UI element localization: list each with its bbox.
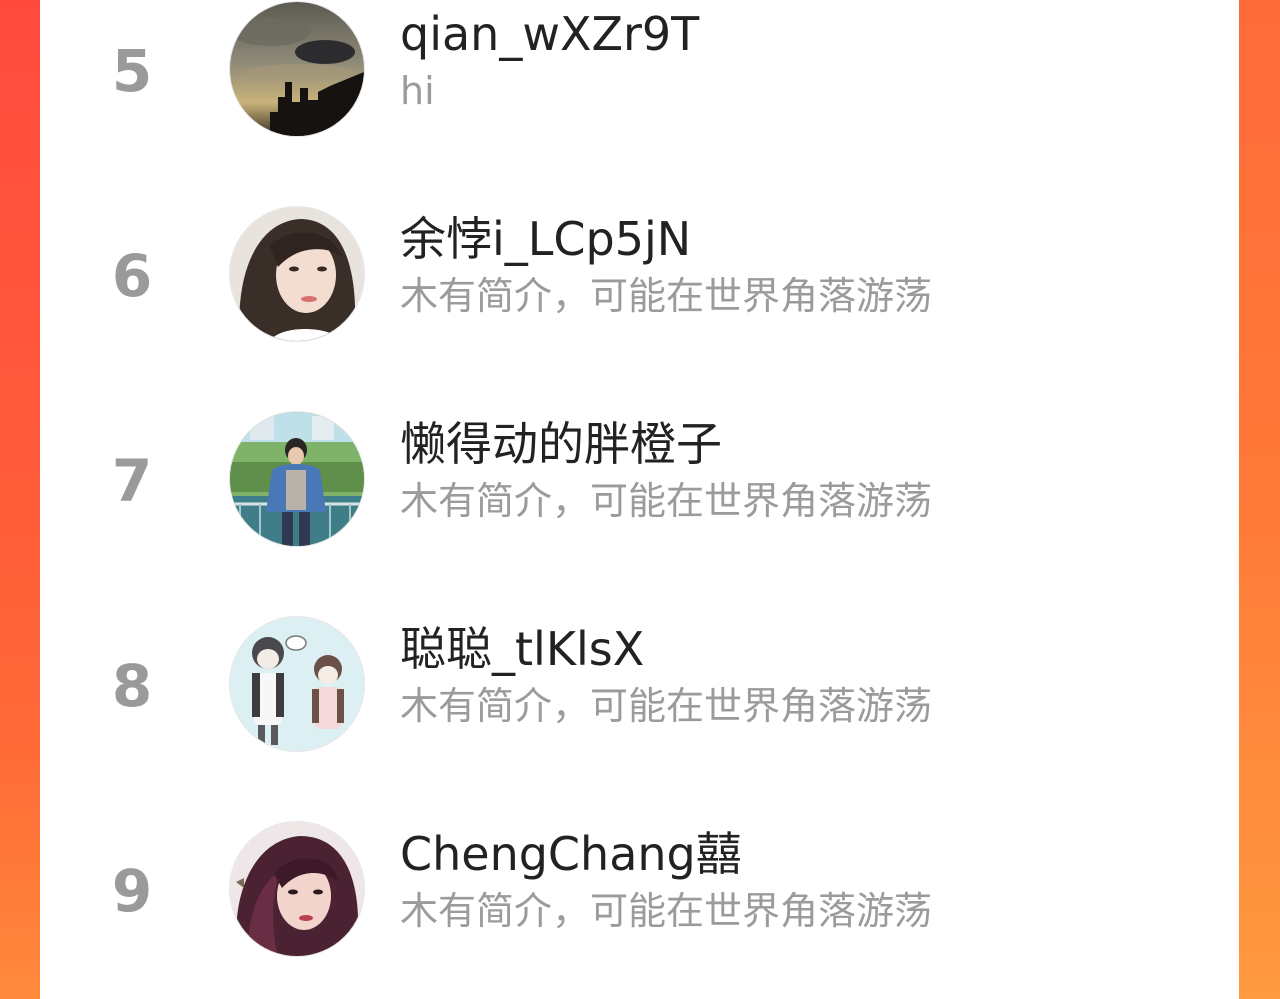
user-name[interactable]: qian_wXZr9T <box>400 2 699 66</box>
avatar-girl-portrait <box>230 207 364 341</box>
user-name[interactable]: 余悖i_LCp5jN <box>400 207 691 271</box>
user-bio: 木有简介，可能在世界角落游荡 <box>400 684 933 728</box>
user-bio: 木有简介，可能在世界角落游荡 <box>400 274 933 318</box>
user-name[interactable]: 懒得动的胖橙子 <box>400 412 722 476</box>
ranking-row[interactable]: 9 ChengChang囍 木有简介，可能在世界角落游荡 <box>40 820 1239 960</box>
ranking-row[interactable]: 7 懒得动的胖橙子 木有简介，可能在世界角落游荡 <box>40 410 1239 550</box>
avatar-boy-outdoor <box>230 412 364 546</box>
user-name[interactable]: ChengChang囍 <box>400 822 742 886</box>
background-right-edge <box>1238 0 1280 999</box>
avatar-cartoon-couple <box>230 617 364 751</box>
rank-number: 9 <box>111 857 153 925</box>
user-avatar[interactable] <box>230 207 364 341</box>
rank-number: 5 <box>111 37 153 105</box>
user-avatar[interactable] <box>230 822 364 956</box>
avatar-woman-portrait <box>230 822 364 956</box>
user-bio: 木有简介，可能在世界角落游荡 <box>400 889 933 933</box>
user-avatar[interactable] <box>230 412 364 546</box>
user-bio: hi <box>400 69 435 113</box>
user-avatar[interactable] <box>230 617 364 751</box>
ranking-row[interactable]: 6 余悖i_LCp5jN 木有简介，可能在世界角落游荡 <box>40 205 1239 345</box>
ranking-list-card: 5 qian_wXZr9T hi 6 余悖i_LCp5jN 木有简介，可能在世界… <box>40 0 1239 999</box>
user-name[interactable]: 聪聪_tlKlsX <box>400 617 644 681</box>
user-bio: 木有简介，可能在世界角落游荡 <box>400 479 933 523</box>
rank-number: 8 <box>111 652 153 720</box>
ranking-row[interactable]: 5 qian_wXZr9T hi <box>40 0 1239 140</box>
rank-number: 7 <box>111 447 153 515</box>
avatar-skyline-photo <box>230 2 364 136</box>
user-avatar[interactable] <box>230 2 364 136</box>
ranking-row[interactable]: 8 聪聪_tlKlsX 木有简介，可能在世界角落游荡 <box>40 615 1239 755</box>
rank-number: 6 <box>111 242 153 310</box>
